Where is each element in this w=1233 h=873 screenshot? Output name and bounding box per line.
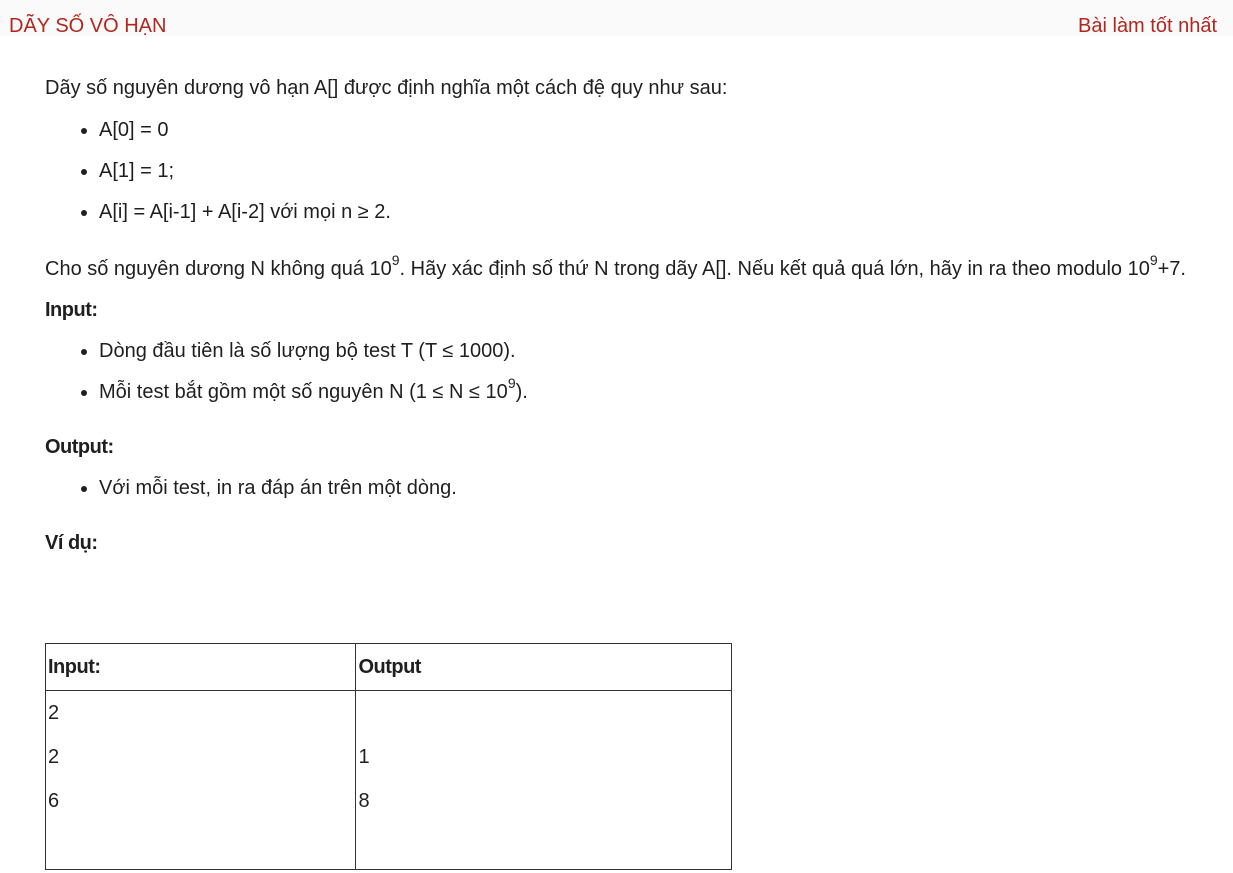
task-paragraph: Cho số nguyên dương N không quá 109. Hãy… [45,252,1186,280]
output-line: 1 [358,746,370,768]
output-list: Với mỗi test, in ra đáp án trên một dòng… [45,468,1215,509]
definition-list: A[0] = 0 A[1] = 1; A[i] = A[i-1] + A[i-2… [45,110,1215,233]
output-line: 8 [358,790,370,812]
list-item: A[0] = 0 [99,110,1215,151]
list-item: Mỗi test bắt gồm một số nguyên N (1 ≤ N … [99,372,1215,413]
list-item: A[1] = 1; [99,151,1215,192]
example-output-cell: 1 8 [355,690,732,870]
top-bar: DÃY SỐ VÔ HẠN Bài làm tốt nhất [0,0,1233,38]
list-item: A[i] = A[i-1] + A[i-2] với mọi n ≥ 2. [99,192,1215,233]
input-line: 2 [48,702,60,724]
input-heading: Input: [45,299,98,321]
problem-statement: Dãy số nguyên dương vô hạn A[] được định… [45,68,1215,564]
example-input-cell: 2 2 6 [44,690,357,870]
input-column-header: Input: [44,643,357,691]
output-column-header: Output [355,643,732,691]
output-heading: Output: [45,436,114,458]
list-item: Với mỗi test, in ra đáp án trên một dòng… [99,468,1215,509]
list-item: Dòng đầu tiên là số lượng bộ test T (T ≤… [99,331,1215,372]
problem-title: DÃY SỐ VÔ HẠN [9,15,167,37]
example-heading: Ví dụ: [45,532,98,554]
intro-text: Dãy số nguyên dương vô hạn A[] được định… [45,77,728,99]
best-solution-link[interactable]: Bài làm tốt nhất [1078,14,1217,38]
example-table: Input: Output 2 2 6 1 8 [44,643,732,870]
input-line: 2 [48,746,60,768]
input-line: 6 [48,790,60,812]
input-list: Dòng đầu tiên là số lượng bộ test T (T ≤… [45,331,1215,413]
